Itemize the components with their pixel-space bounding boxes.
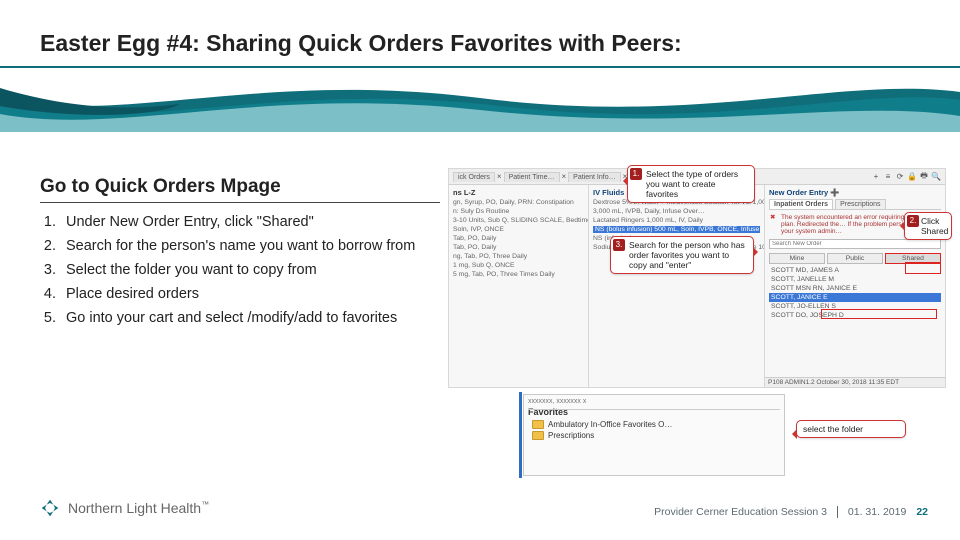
callout-4: select the folder: [796, 420, 906, 438]
close-icon[interactable]: ×: [562, 172, 567, 181]
list-item[interactable]: 1 mg, Sub Q, ONCE: [453, 262, 584, 269]
step-item: 2. Search for the person's name you want …: [40, 238, 415, 254]
folder-icon: [532, 431, 544, 440]
iv-fluids-column: IV Fluids Dextrose 5% in Water + Intrave…: [589, 185, 765, 387]
slide-title: Easter Egg #4: Sharing Quick Orders Favo…: [40, 30, 682, 57]
print-icon[interactable]: 🖶: [919, 170, 929, 184]
search-icon[interactable]: 🔍: [931, 172, 941, 181]
list-item[interactable]: 3-10 Units, Sub Q, SLIDING SCALE, Bedtim…: [453, 217, 584, 224]
list-item[interactable]: Lactated Ringers 1,000 mL, IV, Daily: [593, 217, 760, 224]
list-item[interactable]: Soln, IVP, ONCE: [453, 226, 584, 233]
blue-bar-decor: [519, 392, 522, 418]
subtab-prescriptions[interactable]: Prescriptions: [835, 199, 885, 209]
title-underline: [0, 66, 960, 68]
slide-footer: Provider Cerner Education Session 3 01. …: [654, 506, 928, 518]
step-number: 4.: [40, 286, 56, 302]
name-item[interactable]: SCOTT, JO-ELLEN S: [769, 302, 941, 311]
step-text: Search for the person's name you want to…: [66, 238, 415, 254]
step-text: Select the folder you want to copy from: [66, 262, 317, 278]
callout-text: Search for the person who has order favo…: [629, 240, 745, 270]
step-number: 2.: [40, 238, 56, 254]
name-list: SCOTT MD, JAMES A SCOTT, JANELLE M SCOTT…: [769, 266, 941, 320]
blue-bar-decor: [519, 418, 522, 478]
shared-button[interactable]: Shared: [885, 253, 941, 264]
close-icon[interactable]: ×: [497, 172, 502, 181]
list-item[interactable]: 3,000 mL, IVPB, Daily, Infuse Over…: [593, 208, 760, 215]
callout-badge: 1.: [630, 168, 642, 180]
step-number: 3.: [40, 262, 56, 278]
step-item: 5. Go into your cart and select /modify/a…: [40, 310, 415, 326]
step-number: 5.: [40, 310, 56, 326]
mine-button[interactable]: Mine: [769, 253, 825, 264]
brand-logo: Northern Light Health™: [40, 498, 209, 518]
name-item[interactable]: SCOTT DO, JOSEPH D: [769, 311, 941, 320]
patient-name-redacted: xxxxxxx, xxxxxxx x: [528, 398, 780, 405]
public-button[interactable]: Public: [827, 253, 883, 264]
section-underline: [40, 202, 440, 203]
page-number: 22: [916, 506, 928, 518]
step-item: 4. Place desired orders: [40, 286, 415, 302]
search-input[interactable]: [769, 239, 941, 249]
logo-text: Northern Light Health™: [68, 500, 209, 516]
step-item: 3. Select the folder you want to copy fro…: [40, 262, 415, 278]
footer-session: Provider Cerner Education Session 3: [654, 506, 827, 518]
callout-badge: 3.: [613, 239, 625, 251]
list-item[interactable]: Tab, PO, Daily: [453, 235, 584, 242]
menu-icon[interactable]: ≡: [883, 172, 893, 181]
name-item[interactable]: SCOTT MSN RN, JANICE E: [769, 284, 941, 293]
step-number: 1.: [40, 214, 56, 230]
footer-divider: [837, 506, 838, 518]
tab[interactable]: Patient Time…: [504, 172, 560, 182]
lock-icon[interactable]: 🔒: [907, 172, 917, 181]
tab[interactable]: ick Orders: [453, 172, 495, 182]
folder-icon: [532, 420, 544, 429]
column-header: New Order Entry ➕: [769, 188, 941, 197]
callout-text: Click Shared: [921, 216, 948, 236]
favorites-screenshot: xxxxxxx, xxxxxxx x Favorites Ambulatory …: [523, 394, 785, 476]
list-item[interactable]: gn, Syrup, PO, Daily, PRN: Constipation: [453, 199, 584, 206]
step-text: Go into your cart and select /modify/add…: [66, 310, 397, 326]
tab[interactable]: Patient Info…: [568, 172, 620, 182]
callout-3: 3. Search for the person who has order f…: [610, 236, 754, 274]
refresh-icon[interactable]: ⟳: [895, 172, 905, 181]
name-item-selected[interactable]: SCOTT, JANICE E: [769, 293, 941, 302]
callout-2: 2. Click Shared: [904, 212, 952, 240]
wave-decoration: [0, 76, 960, 132]
logo-icon: [40, 498, 60, 518]
list-item[interactable]: ng, Tab, PO, Three Daily: [453, 253, 584, 260]
step-text: Place desired orders: [66, 286, 199, 302]
add-icon[interactable]: +: [871, 172, 881, 181]
folder-item[interactable]: Ambulatory In-Office Favorites O…: [532, 420, 780, 429]
step-list: 1.Under New Order Entry, click "Shared" …: [40, 214, 415, 334]
column-header: ns L-Z: [453, 188, 584, 197]
footer-date: 01. 31. 2019: [848, 506, 906, 518]
folder-label: Ambulatory In-Office Favorites O…: [548, 420, 672, 429]
medications-column: ns L-Z gn, Syrup, PO, Daily, PRN: Consti…: [449, 185, 589, 387]
step-item: 1. Under New Order Entry, click "Shared": [40, 214, 415, 230]
folder-item[interactable]: Prescriptions: [532, 431, 780, 440]
step-text: Under New Order Entry, click "Shared": [66, 214, 314, 230]
section-heading: Go to Quick Orders Mpage: [40, 176, 281, 198]
name-item[interactable]: SCOTT MD, JAMES A: [769, 266, 941, 275]
list-item[interactable]: n: Suly Ds Routine: [453, 208, 584, 215]
folder-label: Prescriptions: [548, 431, 594, 440]
status-bar: P108 ADMIN1.2 October 30, 2018 11:35 EDT: [765, 377, 945, 387]
name-item[interactable]: SCOTT, JANELLE M: [769, 275, 941, 284]
list-item[interactable]: Tab, PO, Daily: [453, 244, 584, 251]
callout-badge: 2.: [907, 215, 919, 227]
callout-1: 1. Select the type of orders you want to…: [627, 165, 755, 203]
callout-text: select the folder: [803, 424, 863, 434]
subtabs: Inpatient Orders Prescriptions: [769, 199, 941, 210]
callout-text: Select the type of orders you want to cr…: [646, 169, 738, 199]
slide: Easter Egg #4: Sharing Quick Orders Favo…: [0, 0, 960, 540]
scope-buttons: Mine Public Shared: [769, 253, 941, 264]
subtab-inpatient[interactable]: Inpatient Orders: [769, 199, 833, 209]
list-item-selected[interactable]: NS (bolus infusion) 500 mL, Soln, IVPB, …: [593, 226, 760, 233]
list-item[interactable]: 5 mg, Tab, PO, Three Times Daily: [453, 271, 584, 278]
